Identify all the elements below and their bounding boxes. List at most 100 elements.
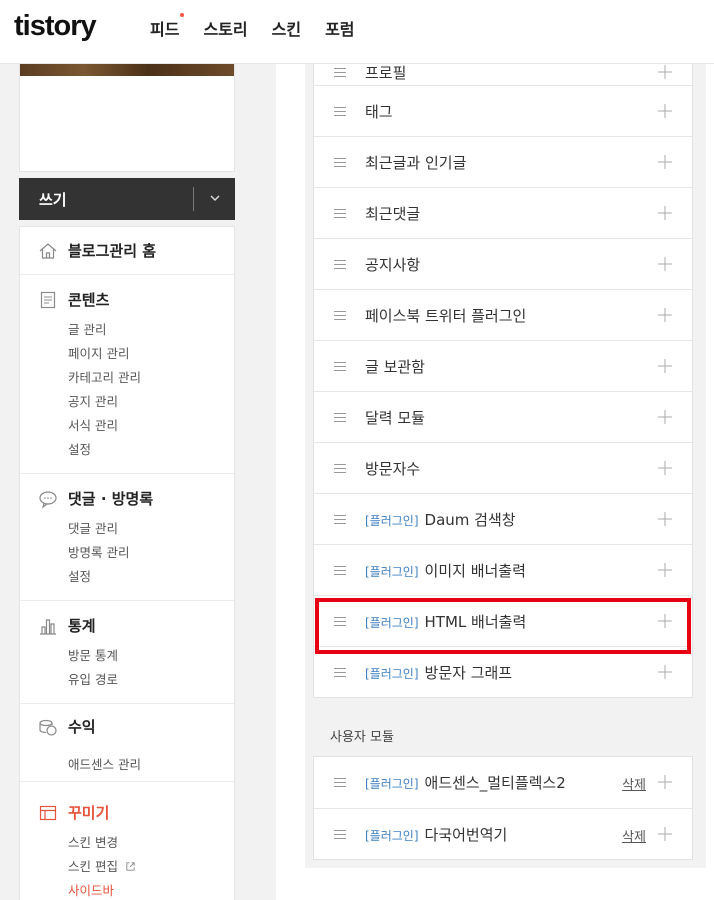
sidebar-section-stats: 통계 방문 통계 유입 경로	[20, 601, 234, 704]
write-label: 쓰기	[39, 191, 67, 209]
sidebar-sub-referrer[interactable]: 유입 경로	[68, 669, 118, 688]
tistory-logo[interactable]: tistory	[14, 10, 97, 43]
user-module-row[interactable]: [플러그인] 애드센스_멀티플렉스2 삭제	[314, 757, 692, 808]
sidebar-sub-post-manage[interactable]: 글 관리	[68, 319, 106, 338]
write-button[interactable]: 쓰기	[19, 178, 235, 220]
drag-handle-icon[interactable]	[334, 515, 346, 524]
drag-handle-icon[interactable]	[334, 668, 346, 677]
plugin-tag: [플러그인]	[365, 777, 419, 791]
nav-feed[interactable]: 피드	[150, 13, 185, 40]
plugin-tag: [플러그인]	[365, 514, 419, 528]
module-row[interactable]: 최근댓글	[314, 187, 692, 238]
module-row[interactable]: 태그	[314, 85, 692, 136]
module-list: 프로필 태그 최근글과 인기글 최근댓글공지사항페이스북 트위터 플러그인 글 보관함…	[313, 64, 693, 698]
sidebar-sub-comment-manage[interactable]: 댓글 관리	[68, 518, 118, 537]
sidebar-sub-template-manage[interactable]: 서식 관리	[68, 415, 118, 434]
document-icon	[40, 291, 56, 308]
module-row[interactable]: 방문자수	[314, 442, 692, 493]
sidebar-sub-guestbook-manage[interactable]: 방명록 관리	[68, 542, 129, 561]
drag-handle-icon[interactable]	[334, 362, 346, 371]
external-link-icon	[126, 862, 135, 871]
plus-icon[interactable]	[658, 104, 672, 118]
module-row[interactable]: 달력 모듈	[314, 391, 692, 442]
module-label: 공지사항	[365, 256, 421, 274]
sidebar-sub-skin-edit[interactable]: 스킨 편집	[68, 856, 136, 875]
drag-handle-icon[interactable]	[334, 830, 346, 839]
sidebar-item-home[interactable]: 블로그관리 홈	[38, 240, 156, 261]
drag-handle-icon[interactable]	[334, 617, 346, 626]
sidebar-item-label: 수익	[68, 718, 96, 736]
plus-icon[interactable]	[658, 563, 672, 577]
sidebar-sub-adsense-manage[interactable]: 애드센스 관리	[68, 754, 141, 773]
module-row[interactable]: [플러그인] Daum 검색창	[314, 493, 692, 544]
sidebar-sub-comment-settings[interactable]: 설정	[68, 566, 91, 585]
sidebar-item-label: 콘텐츠	[68, 291, 110, 309]
plus-icon[interactable]	[658, 614, 672, 628]
drag-handle-icon[interactable]	[334, 464, 346, 473]
plus-icon[interactable]	[658, 206, 672, 220]
nav-forum[interactable]: 포럼	[325, 16, 354, 40]
module-row[interactable]: 페이스북 트위터 플러그인	[314, 289, 692, 340]
sidebar-item-decorate[interactable]: 꾸미기	[38, 802, 109, 823]
plus-icon[interactable]	[658, 410, 672, 424]
drag-handle-icon[interactable]	[334, 260, 346, 269]
plugin-tag: [플러그인]	[365, 667, 419, 681]
global-nav: 피드 스토리 스킨 포럼	[150, 13, 355, 40]
drag-handle-icon[interactable]	[334, 311, 346, 320]
sidebar-item-revenue[interactable]: 수익	[38, 716, 96, 737]
plus-icon[interactable]	[658, 65, 672, 79]
drag-handle-icon[interactable]	[334, 107, 346, 116]
plus-icon[interactable]	[658, 665, 672, 679]
user-module-row[interactable]: [플러그인] 다국어번역기 삭제	[314, 808, 692, 859]
module-row[interactable]: 글 보관함	[314, 340, 692, 391]
sidebar-item-label: 통계	[68, 617, 96, 635]
module-row[interactable]: [플러그인] HTML 배너출력	[314, 595, 692, 646]
module-row[interactable]: [플러그인] 이미지 배너출력	[314, 544, 692, 595]
sidebar-item-comments[interactable]: 댓글 · 방명록	[38, 488, 153, 509]
plus-icon[interactable]	[658, 359, 672, 373]
sidebar-item-label: 댓글 · 방명록	[68, 490, 154, 508]
drag-handle-icon[interactable]	[334, 68, 346, 77]
plugin-tag: [플러그인]	[365, 565, 419, 579]
module-label: [플러그인] HTML 배너출력	[365, 613, 527, 631]
module-label: 달력 모듈	[365, 409, 425, 427]
module-label: [플러그인] Daum 검색창	[365, 511, 516, 529]
sidebar-sub-visit-stats[interactable]: 방문 통계	[68, 645, 118, 664]
coins-icon	[39, 719, 57, 736]
plus-icon[interactable]	[658, 775, 672, 789]
nav-skin[interactable]: 스킨	[272, 16, 301, 40]
sidebar-item-stats[interactable]: 통계	[38, 615, 96, 636]
module-label: [플러그인] 방문자 그래프	[365, 664, 513, 682]
sidebar-sub-category-manage[interactable]: 카테고리 관리	[68, 367, 141, 386]
plus-icon[interactable]	[658, 257, 672, 271]
sidebar-sub-page-manage[interactable]: 페이지 관리	[68, 343, 129, 362]
bar-chart-icon	[40, 618, 56, 635]
sidebar-sub-skin-change[interactable]: 스킨 변경	[68, 832, 118, 851]
module-row[interactable]: [플러그인] 방문자 그래프	[314, 646, 692, 697]
plugin-tag: [플러그인]	[365, 829, 419, 843]
sidebar-sub-content-settings[interactable]: 설정	[68, 439, 91, 458]
module-row[interactable]: 최근글과 인기글	[314, 136, 692, 187]
plus-icon[interactable]	[658, 308, 672, 322]
sidebar-item-content[interactable]: 콘텐츠	[38, 289, 109, 310]
drag-handle-icon[interactable]	[334, 158, 346, 167]
plugin-tag: [플러그인]	[365, 616, 419, 630]
nav-story[interactable]: 스토리	[203, 16, 247, 40]
module-row[interactable]: 공지사항	[314, 238, 692, 289]
chevron-down-icon[interactable]	[207, 190, 223, 206]
plus-icon[interactable]	[658, 827, 672, 841]
sidebar-sub-notice-manage[interactable]: 공지 관리	[68, 391, 118, 410]
drag-handle-icon[interactable]	[334, 778, 346, 787]
delete-link[interactable]: 삭제	[622, 774, 646, 793]
drag-handle-icon[interactable]	[334, 566, 346, 575]
drag-handle-icon[interactable]	[334, 209, 346, 218]
module-label: [플러그인] 이미지 배너출력	[365, 562, 526, 580]
sidebar-sub-sidebar[interactable]: 사이드바	[68, 880, 114, 899]
plus-icon[interactable]	[658, 461, 672, 475]
delete-link[interactable]: 삭제	[622, 826, 646, 845]
plus-icon[interactable]	[658, 155, 672, 169]
profile-image	[20, 64, 234, 76]
module-label: 프로필	[365, 64, 407, 82]
drag-handle-icon[interactable]	[334, 413, 346, 422]
plus-icon[interactable]	[658, 512, 672, 526]
